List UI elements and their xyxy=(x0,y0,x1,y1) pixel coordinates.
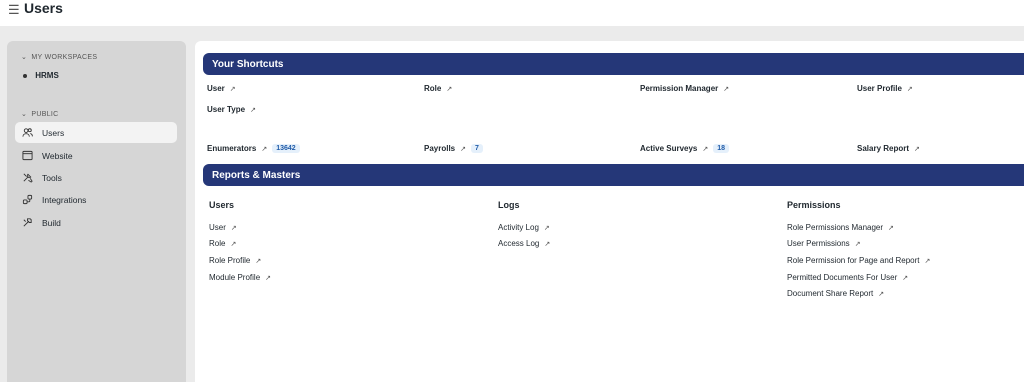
shortcut-payrolls[interactable]: Payrolls ↗ 7 xyxy=(424,144,483,153)
arrow-up-right-icon: ↗ xyxy=(878,290,885,298)
link-permitted-documents[interactable]: Permitted Documents For User ↗ xyxy=(787,273,908,282)
shortcut-label: Role xyxy=(424,84,442,93)
link-label: User Permissions xyxy=(787,239,850,248)
link-label: Role Permissions Manager xyxy=(787,223,884,232)
chevron-down-icon: ⌄ xyxy=(21,54,28,61)
shortcuts-header: Your Shortcuts xyxy=(203,53,1024,75)
arrow-up-right-icon: ↗ xyxy=(230,240,237,248)
arrow-up-right-icon: ↗ xyxy=(460,145,467,153)
link-label: Role Permission for Page and Report xyxy=(787,256,920,265)
shortcut-role[interactable]: Role ↗ xyxy=(424,84,452,93)
sidebar-item-tools[interactable]: Tools xyxy=(15,167,177,188)
arrow-up-right-icon: ↗ xyxy=(723,85,730,93)
arrow-up-right-icon: ↗ xyxy=(702,145,709,153)
arrow-up-right-icon: ↗ xyxy=(854,240,861,248)
arrow-up-right-icon: ↗ xyxy=(544,240,551,248)
shortcut-label: Payrolls xyxy=(424,144,456,153)
sidebar-item-label: Tools xyxy=(42,172,62,183)
tools-icon xyxy=(21,172,33,184)
arrow-up-right-icon: ↗ xyxy=(543,224,550,232)
sidebar-item-label: Users xyxy=(42,127,65,138)
link-role-permission-page-report[interactable]: Role Permission for Page and Report ↗ xyxy=(787,256,930,265)
shortcut-label: Permission Manager xyxy=(640,84,719,93)
sidebar-item-label: HRMS xyxy=(35,71,59,80)
link-label: Role Profile xyxy=(209,256,251,265)
arrow-up-right-icon: ↗ xyxy=(255,257,262,265)
sidebar-item-label: Build xyxy=(42,217,61,228)
sidebar-item-integrations[interactable]: Integrations xyxy=(15,189,177,210)
arrow-up-right-icon: ↗ xyxy=(229,85,236,93)
link-access-log[interactable]: Access Log ↗ xyxy=(498,239,550,248)
link-label: Access Log xyxy=(498,239,540,248)
link-activity-log[interactable]: Activity Log ↗ xyxy=(498,223,550,232)
top-bar: ☰ Users xyxy=(0,0,1024,26)
link-document-share-report[interactable]: Document Share Report ↗ xyxy=(787,289,884,298)
sidebar-item-hrms[interactable]: HRMS xyxy=(23,71,59,80)
link-label: Permitted Documents For User xyxy=(787,273,898,282)
hamburger-icon[interactable]: ☰ xyxy=(8,2,20,18)
group-title-logs: Logs xyxy=(498,200,520,210)
bullet-icon xyxy=(23,73,27,78)
shortcut-label: Salary Report xyxy=(857,144,910,153)
link-role-permissions-manager[interactable]: Role Permissions Manager ↗ xyxy=(787,223,894,232)
link-role-profile[interactable]: Role Profile ↗ xyxy=(209,256,261,265)
shortcut-user-profile[interactable]: User Profile ↗ xyxy=(857,84,913,93)
arrow-up-right-icon: ↗ xyxy=(906,85,913,93)
arrow-up-right-icon: ↗ xyxy=(924,257,931,265)
arrow-up-right-icon: ↗ xyxy=(914,145,920,153)
section-label: PUBLIC xyxy=(31,111,59,118)
shortcut-label: User Type xyxy=(207,105,246,114)
section-title: Reports & Masters xyxy=(212,169,301,181)
arrow-up-right-icon: ↗ xyxy=(265,274,272,282)
count-badge: 13642 xyxy=(272,144,300,153)
shortcut-user-type[interactable]: User Type ↗ xyxy=(207,105,256,114)
shortcut-salary-report[interactable]: Salary Report ↗ xyxy=(857,144,920,153)
section-my-workspaces[interactable]: ⌄ MY WORKSPACES xyxy=(21,53,97,61)
integrations-icon xyxy=(21,194,33,206)
reports-header: Reports & Masters xyxy=(203,164,1024,186)
count-badge: 7 xyxy=(471,144,483,153)
section-title: Your Shortcuts xyxy=(212,58,284,70)
arrow-up-right-icon: ↗ xyxy=(261,145,268,153)
link-role[interactable]: Role ↗ xyxy=(209,239,236,248)
link-label: Role xyxy=(209,239,226,248)
group-title-permissions: Permissions xyxy=(787,200,841,210)
section-public[interactable]: ⌄ PUBLIC xyxy=(21,110,59,118)
sidebar-item-label: Integrations xyxy=(42,194,87,205)
shortcut-active-surveys[interactable]: Active Surveys ↗ 18 xyxy=(640,144,730,153)
sidebar-item-users[interactable]: Users xyxy=(15,122,177,143)
shortcut-permission-manager[interactable]: Permission Manager ↗ xyxy=(640,84,729,93)
shortcut-label: Active Surveys xyxy=(640,144,698,153)
shortcut-label: Enumerators xyxy=(207,144,257,153)
sidebar-item-build[interactable]: Build xyxy=(15,212,177,233)
arrow-up-right-icon: ↗ xyxy=(888,224,894,232)
sidebar-item-label: Website xyxy=(42,150,73,161)
arrow-up-right-icon: ↗ xyxy=(250,106,256,114)
shortcut-label: User Profile xyxy=(857,84,902,93)
shortcut-label: User xyxy=(207,84,225,93)
link-user-permissions[interactable]: User Permissions ↗ xyxy=(787,239,861,248)
arrow-up-right-icon: ↗ xyxy=(902,274,909,282)
main-panel: Your Shortcuts User ↗ Role ↗ Permission … xyxy=(195,41,1024,382)
link-label: User xyxy=(209,223,226,232)
section-label: MY WORKSPACES xyxy=(31,54,98,61)
link-label: Activity Log xyxy=(498,223,539,232)
link-label: Module Profile xyxy=(209,273,261,282)
shortcut-user[interactable]: User ↗ xyxy=(207,84,236,93)
link-label: Document Share Report xyxy=(787,289,874,298)
sidebar: ⌄ MY WORKSPACES HRMS ⌄ PUBLIC Users Webs… xyxy=(7,41,186,382)
website-icon xyxy=(21,150,33,162)
count-badge: 18 xyxy=(713,144,730,153)
group-title-users: Users xyxy=(209,200,235,210)
page-title: Users xyxy=(24,0,63,16)
users-icon xyxy=(21,127,33,139)
arrow-up-right-icon: ↗ xyxy=(230,224,237,232)
sidebar-item-website[interactable]: Website xyxy=(15,145,177,166)
link-module-profile[interactable]: Module Profile ↗ xyxy=(209,273,271,282)
link-user[interactable]: User ↗ xyxy=(209,223,237,232)
build-icon xyxy=(21,217,33,229)
chevron-down-icon: ⌄ xyxy=(21,111,28,118)
shortcut-enumerators[interactable]: Enumerators ↗ 13642 xyxy=(207,144,300,153)
arrow-up-right-icon: ↗ xyxy=(446,85,453,93)
